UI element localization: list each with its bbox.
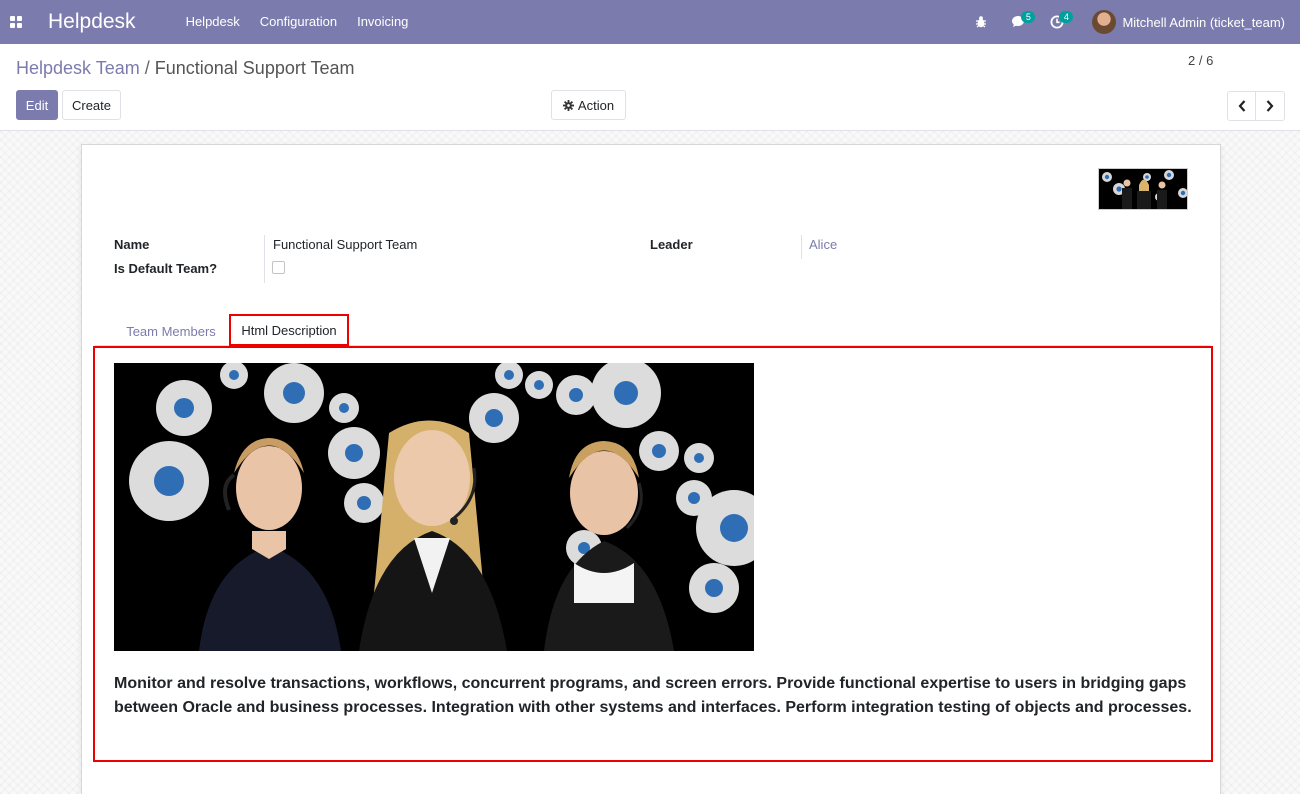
html-description-text: Monitor and resolve transactions, workfl… [114,675,1192,716]
activities-badge: 4 [1059,11,1074,23]
breadcrumb: Helpdesk Team / Functional Support Team [16,58,355,79]
gear-icon [562,99,574,111]
name-label: Name [114,237,150,252]
menu-item-helpdesk[interactable]: Helpdesk [176,0,250,44]
chevron-right-icon [1266,100,1274,112]
default-team-label: Is Default Team? [114,261,218,276]
leader-label: Leader [650,237,693,252]
chevron-left-icon [1238,100,1245,112]
pager-next-button[interactable] [1256,91,1285,121]
name-value: Functional Support Team [273,237,418,252]
team-photo [114,363,754,651]
menu-item-configuration[interactable]: Configuration [250,0,347,44]
messages-badge: 5 [1021,11,1036,23]
messages-icon[interactable]: 5 [1000,0,1038,44]
breadcrumb-separator: / [144,58,150,78]
user-name: Mitchell Admin (ticket_team) [1122,14,1285,30]
breadcrumb-current: Functional Support Team [154,58,355,78]
default-team-checkbox[interactable] [272,261,285,274]
pager-value[interactable]: 2 / 6 [1188,53,1213,68]
control-panel: Helpdesk Team / Functional Support Team [0,44,1300,131]
pager-previous-button[interactable] [1227,91,1256,121]
field-divider [264,235,265,283]
action-button[interactable]: Action [551,90,626,120]
breadcrumb-parent[interactable]: Helpdesk Team [16,58,140,78]
tab-team-members[interactable]: Team Members [114,316,228,346]
leader-link[interactable]: Alice [809,237,837,252]
field-divider [801,235,802,259]
team-image-thumbnail[interactable] [1098,168,1188,210]
edit-button[interactable]: Edit [16,90,58,120]
bug-icon[interactable] [962,0,1000,44]
avatar [1092,10,1117,34]
app-brand[interactable]: Helpdesk [48,10,136,34]
create-button[interactable]: Create [62,90,121,120]
user-menu[interactable]: Mitchell Admin (ticket_team) [1092,10,1285,34]
apps-menu-icon[interactable] [0,0,32,44]
action-button-label: Action [577,97,615,113]
main-menu: Helpdesk Configuration Invoicing [176,0,419,44]
menu-item-invoicing[interactable]: Invoicing [347,0,418,44]
tab-html-description[interactable]: Html Description [229,314,349,346]
activity-clock-icon[interactable]: 4 [1038,0,1076,44]
top-navbar: Helpdesk Helpdesk Configuration Invoicin… [0,0,1300,44]
